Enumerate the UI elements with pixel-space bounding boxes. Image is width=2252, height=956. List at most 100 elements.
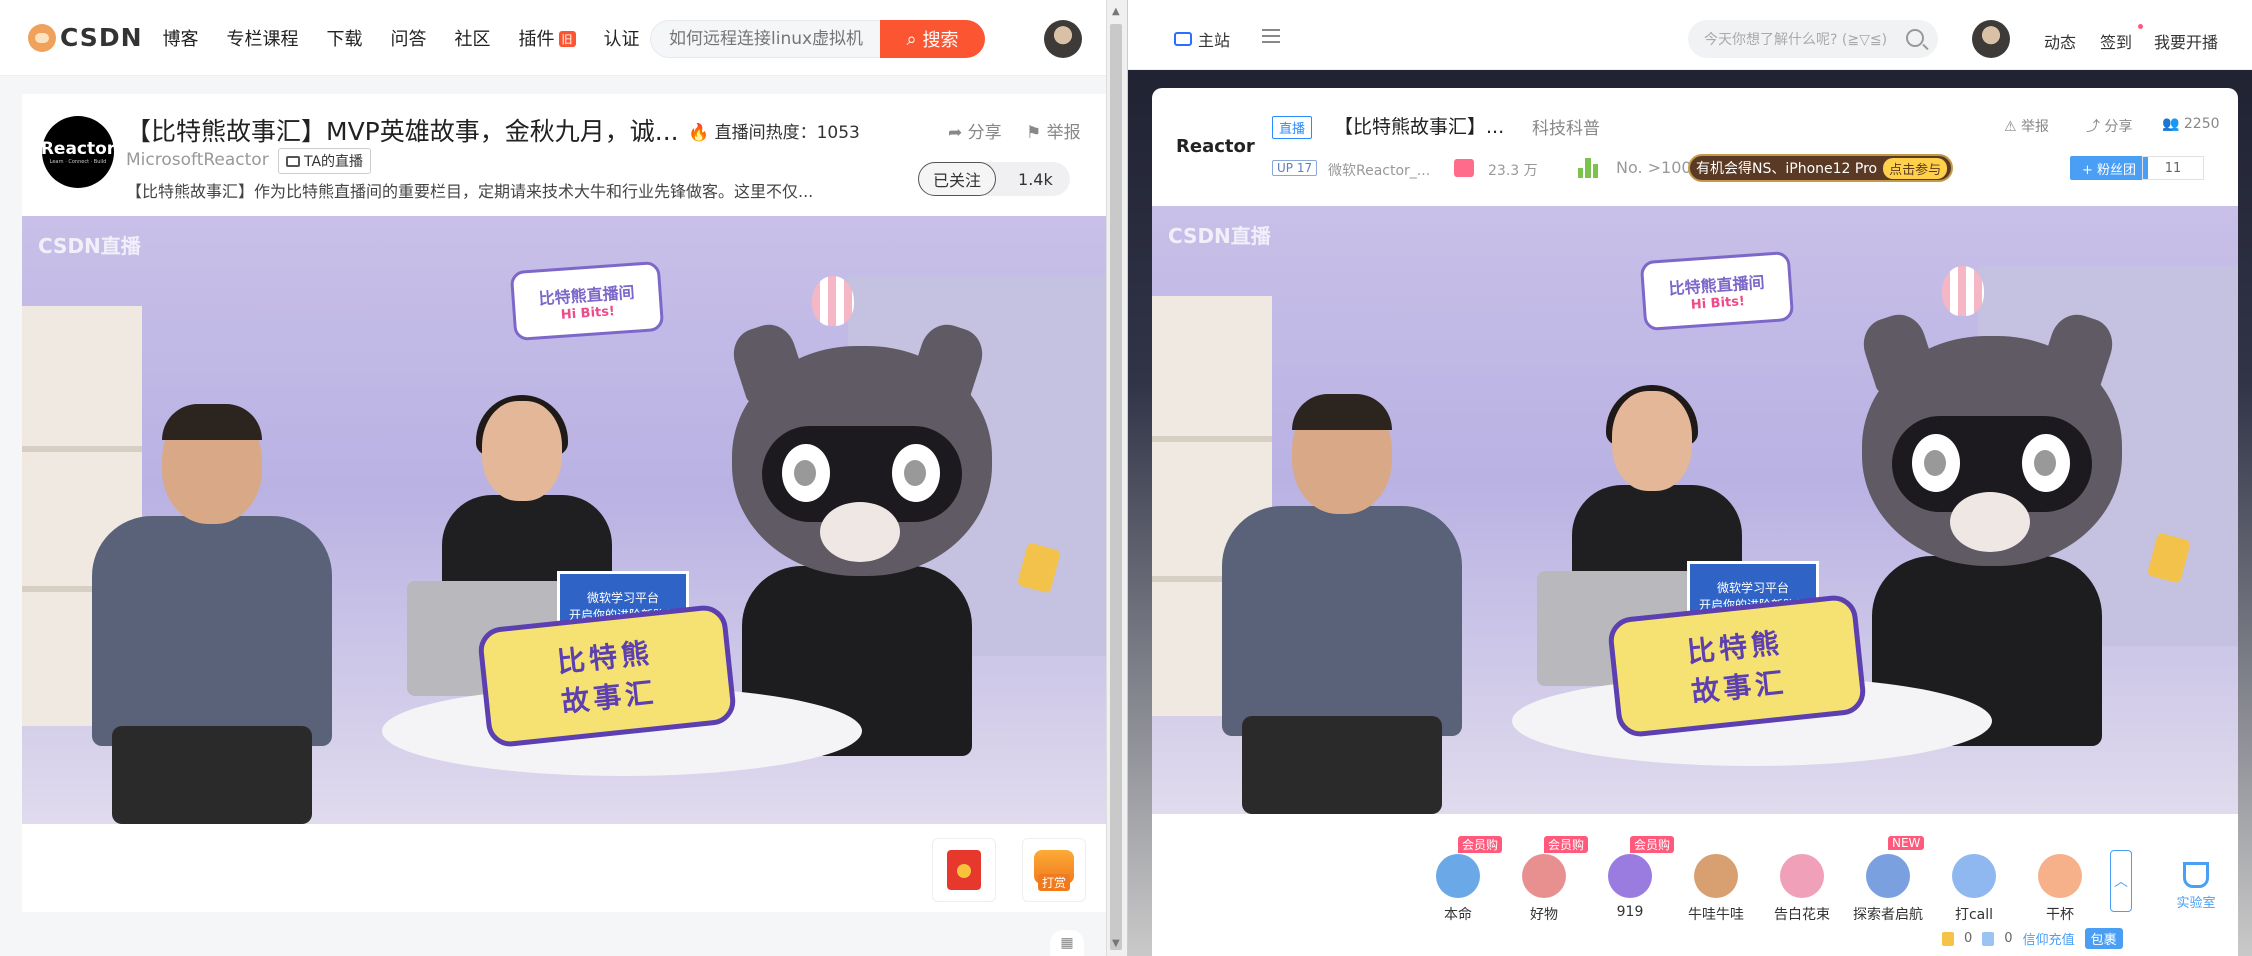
video-frame: 比特熊直播间 Hi Bits! 微软学习平台 比特熊 故事汇 CSDN直播 <box>22 216 1106 824</box>
csdn-search-input[interactable] <box>650 20 880 58</box>
nav-blog[interactable]: 博客 <box>163 25 199 51</box>
scroll-down-arrow-icon[interactable]: ▼ <box>1112 938 1120 949</box>
balloon-prop <box>1942 266 1984 316</box>
qr-code-icon[interactable]: ▦ <box>1050 930 1084 956</box>
gift-image-icon <box>2038 854 2082 898</box>
gift-name: 本命 <box>1444 907 1472 923</box>
gift-expand-button[interactable]: ︿ <box>2110 850 2132 912</box>
room-owner-name[interactable]: 微软Reactor_... <box>1328 160 1430 180</box>
gold-coin-icon <box>1942 931 1954 946</box>
show-sign-line2: 故事汇 <box>559 675 659 719</box>
studio-sign: 比特熊直播间 Hi Bits! <box>1639 250 1795 332</box>
flag-icon: ⚑ <box>1026 123 1042 143</box>
bili-video-player[interactable]: 比特熊直播间 Hi Bits! 微软学习平台 比特熊 故事汇 CSDN直播 <box>1152 206 2238 814</box>
home-link[interactable]: 主站 <box>1174 27 1230 51</box>
viewer-count-value: 2250 <box>2183 116 2220 132</box>
gift-item[interactable]: 干杯 <box>2020 836 2100 923</box>
gift-item[interactable]: 告白花束 <box>1762 836 1842 923</box>
red-packet-button[interactable] <box>932 838 996 902</box>
report-button[interactable]: ⚑ 举报 <box>1026 118 1081 143</box>
fan-club-button[interactable]: + 粉丝团 <box>2070 156 2149 180</box>
tv-icon <box>1174 32 1192 46</box>
gift-item[interactable]: 好物 会员购 <box>1504 836 1589 923</box>
csdn-video-player[interactable]: 比特熊直播间 Hi Bits! 微软学习平台 比特熊 故事汇 CSDN直播 <box>22 216 1106 824</box>
gold-balance: 0 <box>1964 931 1973 946</box>
video-frame: 比特熊直播间 Hi Bits! 微软学习平台 比特熊 故事汇 CSDN直播 <box>1152 206 2238 814</box>
follower-count: 1.4k <box>1018 169 1053 189</box>
nav-go-live[interactable]: 我要开播 <box>2154 29 2218 53</box>
notification-dot <box>2138 24 2143 29</box>
room-category[interactable]: 科技科普 <box>1532 114 1600 139</box>
menu-icon[interactable] <box>1262 29 1280 43</box>
search-icon: ⌕ <box>906 28 917 50</box>
host-female-head <box>1612 391 1692 491</box>
viewer-count: 👥 2250 <box>2162 116 2220 132</box>
split-scrollbar[interactable]: ▲ ▼ <box>1106 0 1128 956</box>
share-arrow-icon: ➦ <box>948 123 963 143</box>
csdn-search-button[interactable]: ⌕ 搜索 <box>880 20 985 58</box>
gift-item[interactable]: 本命 会员购 <box>1418 836 1503 923</box>
video-watermark: CSDN直播 <box>1168 224 1271 248</box>
tip-label: 打赏 <box>1037 873 1070 891</box>
bili-search[interactable]: 今天你想了解什么呢? (≧▽≦) <box>1688 20 1938 58</box>
home-link-label: 主站 <box>1198 31 1231 50</box>
gift-image-icon <box>1694 854 1738 898</box>
nav-dynamic[interactable]: 动态 <box>2044 29 2076 53</box>
csdn-user-avatar[interactable] <box>1044 20 1082 58</box>
room-description: 【比特熊故事汇】作为比特熊直播间的重要栏目，定期请来技术大牛和行业先锋做客。这里… <box>126 182 814 201</box>
nav-certify[interactable]: 认证 <box>604 25 640 51</box>
report-button[interactable]: ⚠ 举报 <box>2004 116 2049 136</box>
gift-image-icon <box>1780 854 1824 898</box>
guest-male-legs <box>1242 716 1442 814</box>
nav-courses[interactable]: 专栏课程 <box>227 25 299 51</box>
room-owner-name[interactable]: MicrosoftReactor <box>126 150 269 170</box>
reactor-avatar[interactable]: Reactor Learn · Connect · Build <box>41 116 115 188</box>
promo-banner[interactable]: 有机会得NS、iPhone12 Pro 点击参与 <box>1688 154 1954 182</box>
gift-image-icon <box>1436 854 1480 898</box>
plugin-badge: 旧 <box>558 30 576 47</box>
up-level-badge: UP 17 <box>1272 160 1318 176</box>
nav-community[interactable]: 社区 <box>455 25 491 51</box>
csdn-logo[interactable]: CSDN <box>28 23 143 52</box>
bili-search-placeholder: 今天你想了解什么呢? (≧▽≦) <box>1704 32 1888 48</box>
gift-badge: 会员购 <box>1458 836 1503 853</box>
gift-name: 干杯 <box>2046 907 2074 923</box>
gift-item[interactable]: 牛哇牛哇 <box>1676 836 1756 923</box>
nav-plugin[interactable]: 插件旧 <box>519 25 576 51</box>
promo-text: 有机会得NS、iPhone12 Pro <box>1696 161 1878 177</box>
search-icon[interactable] <box>1906 29 1924 47</box>
rank-value[interactable]: No. >100 <box>1616 158 1692 177</box>
share-button[interactable]: ➦ 分享 <box>948 118 1002 143</box>
nav-signin[interactable]: 签到 <box>2100 29 2132 53</box>
gift-item[interactable]: 打call <box>1934 836 2014 923</box>
promo-join-button[interactable]: 点击参与 <box>1883 157 1948 179</box>
gift-badge: NEW <box>1888 836 1925 850</box>
share-label: 分享 <box>2104 119 2133 135</box>
csdn-room-header: Reactor Learn · Connect · Build 【比特熊故事汇】… <box>22 94 1106 218</box>
share-button[interactable]: ⤴ 分享 <box>2086 116 2132 136</box>
follow-button[interactable]: 已关注 <box>918 162 997 196</box>
screen: CSDN 博客 专栏课程 下载 问答 社区 插件旧 认证 ⌕ 搜索 Reacto… <box>0 0 2252 956</box>
reactor-avatar-subtext: Learn · Connect · Build <box>49 159 107 165</box>
ta-live-button[interactable]: TA的直播 <box>278 148 372 174</box>
gift-name: 919 <box>1616 904 1644 920</box>
recharge-link[interactable]: 信仰充值 <box>2023 929 2075 948</box>
warning-icon: ⚠ <box>2004 119 2017 135</box>
reactor-logo[interactable]: Reactor <box>1176 136 1255 157</box>
csdn-mascot-icon <box>28 23 56 52</box>
gift-value: 23.3 万 <box>1488 163 1538 179</box>
scrollbar-thumb[interactable] <box>1110 24 1122 950</box>
gift-item[interactable]: 探索者启航 NEW <box>1848 836 1928 923</box>
bili-user-avatar[interactable] <box>1972 20 2010 58</box>
lab-button[interactable]: 实验室 <box>2166 856 2226 920</box>
gift-item[interactable]: 919 会员购 <box>1590 836 1675 920</box>
scroll-up-arrow-icon[interactable]: ▲ <box>1112 6 1120 17</box>
package-button[interactable]: 包裹 <box>2084 928 2123 949</box>
nav-download[interactable]: 下载 <box>327 25 363 51</box>
tip-button[interactable]: 打赏 <box>1022 838 1086 902</box>
mascot-snout <box>820 502 900 562</box>
gift-name: 打call <box>1954 907 1994 923</box>
rank-bar <box>1578 168 1584 178</box>
csdn-action-bar: 打赏 <box>22 824 1106 912</box>
nav-qa[interactable]: 问答 <box>391 25 427 51</box>
